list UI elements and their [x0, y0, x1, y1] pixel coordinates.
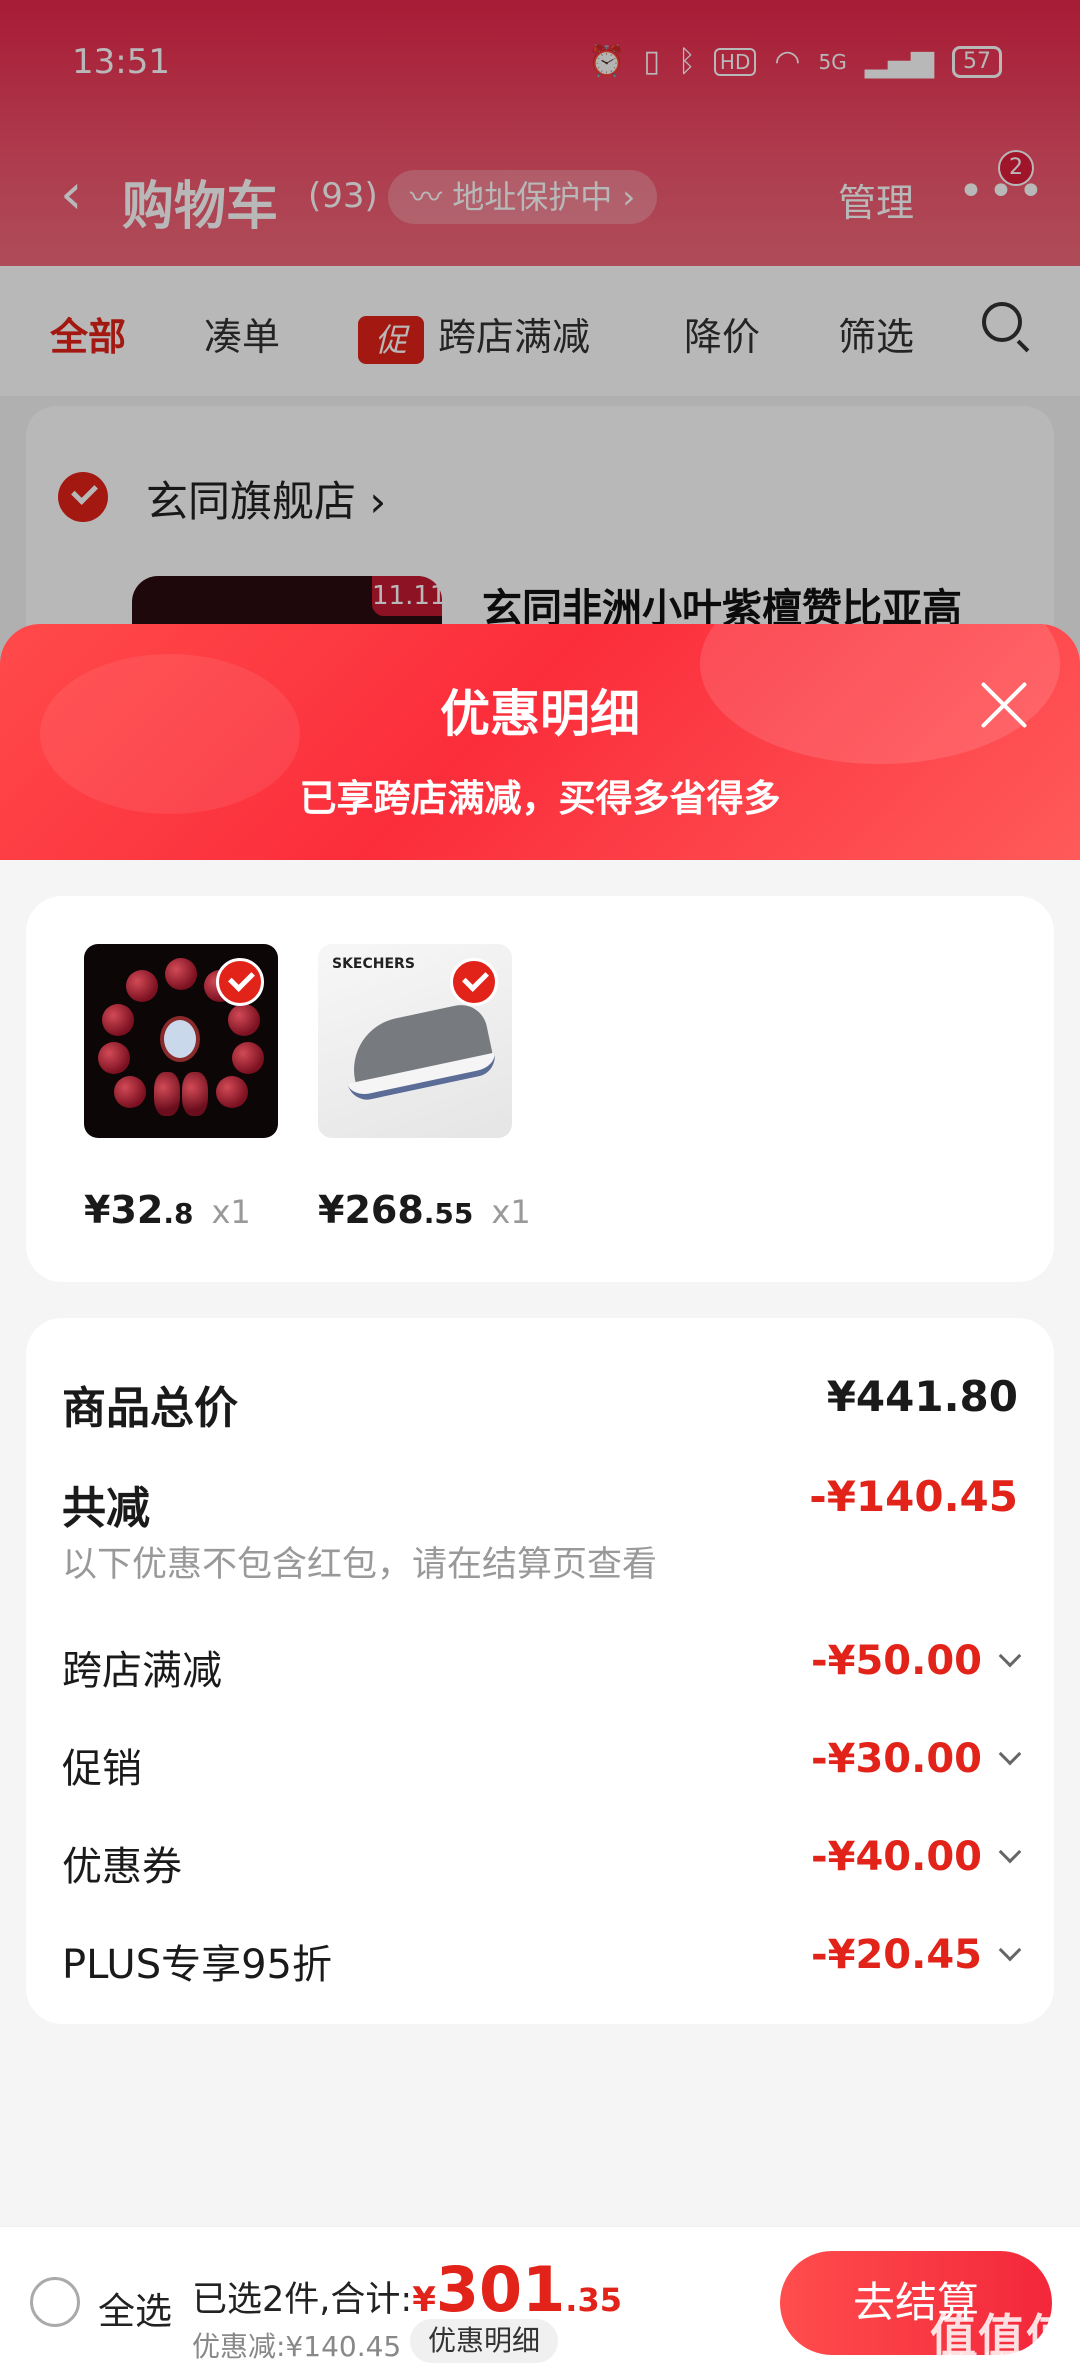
discount-line-value: -¥50.00: [811, 1638, 982, 1684]
watermark-domain: zhizhizhi.com: [938, 2350, 1060, 2371]
discount-detail-button[interactable]: 优惠明细: [410, 2319, 559, 2363]
total-price-value: ¥441.80: [826, 1372, 1018, 1421]
total-currency: ¥: [412, 2280, 436, 2320]
total-amount-decimal: .35: [565, 2281, 622, 2319]
discount-line-label: 跨店满减: [62, 1648, 222, 1694]
discount-line-promotion[interactable]: 促销 -¥30.00: [62, 1736, 1022, 1792]
item-price-row: ¥32.8 x1: [84, 1188, 284, 1232]
brand-logo: SKECHERS: [332, 956, 415, 972]
item-price: ¥32: [84, 1188, 164, 1232]
item-price: ¥268: [318, 1188, 424, 1232]
close-icon[interactable]: [976, 676, 1032, 732]
discount-line-plus[interactable]: PLUS专享95折 -¥20.45: [62, 1932, 1022, 1988]
item-qty: x1: [211, 1193, 251, 1231]
selected-item[interactable]: SKECHERS ¥268.55 x1: [318, 944, 531, 1232]
discount-line-label: 促销: [62, 1746, 142, 1792]
discount-line-coupon[interactable]: 优惠券 -¥40.00: [62, 1834, 1022, 1890]
discount-line-value: -¥20.45: [811, 1932, 982, 1978]
chevron-down-icon[interactable]: [998, 1938, 1022, 1962]
item-price-row: ¥268.55 x1: [318, 1188, 531, 1232]
discount-sheet-header: 优惠明细 已享跨店满减，买得多省得多: [0, 624, 1080, 860]
selected-count-text: 已选2件,合计:: [192, 2280, 413, 2320]
saved-amount: 优惠减:¥140.45: [192, 2330, 402, 2363]
discount-line-label: 优惠券: [62, 1844, 182, 1890]
running-shoe-image: SKECHERS: [318, 944, 512, 1138]
discount-line-value: -¥40.00: [811, 1834, 982, 1880]
discount-line-value: -¥30.00: [811, 1736, 982, 1782]
select-all-label[interactable]: 全选: [98, 2281, 172, 2335]
item-price-decimal: .55: [423, 1197, 474, 1230]
total-amount: 301: [435, 2253, 566, 2326]
item-check-icon[interactable]: [216, 958, 264, 1006]
discount-line-label: PLUS专享95折: [62, 1942, 332, 1988]
chevron-down-icon[interactable]: [998, 1644, 1022, 1668]
select-all-radio[interactable]: [30, 2277, 80, 2327]
total-reduce-label: 共减: [62, 1483, 150, 1534]
item-qty: x1: [491, 1193, 531, 1231]
total-price-row: 商品总价 ¥441.80: [62, 1372, 1018, 1434]
item-price-decimal: .8: [163, 1197, 194, 1230]
discount-detail-card: 商品总价 ¥441.80 共减 -¥140.45 以下优惠不包含红包，请在结算页…: [26, 1318, 1054, 2024]
total-price-label: 商品总价: [62, 1383, 238, 1434]
total-reduce-row: 共减 -¥140.45: [62, 1472, 1018, 1534]
discount-note: 以下优惠不包含红包，请在结算页查看: [62, 1545, 658, 1585]
order-summary: 已选2件,合计:¥301.35: [192, 2253, 622, 2326]
selected-items-card: ¥32.8 x1 SKECHERS ¥268.55 x1: [26, 896, 1054, 1282]
prayer-beads-image: [84, 944, 278, 1138]
item-check-icon[interactable]: [450, 958, 498, 1006]
selected-item[interactable]: ¥32.8 x1: [84, 944, 284, 1232]
sheet-title: 优惠明细: [440, 685, 640, 743]
chevron-down-icon[interactable]: [998, 1742, 1022, 1766]
sheet-subtitle: 已享跨店满减，买得多省得多: [299, 777, 781, 820]
checkout-bar: 全选 已选2件,合计:¥301.35 优惠减:¥140.45 优惠明细 去结算: [0, 2226, 1080, 2376]
total-reduce-value: -¥140.45: [809, 1472, 1018, 1521]
chevron-down-icon[interactable]: [998, 1840, 1022, 1864]
discount-line-cross-store[interactable]: 跨店满减 -¥50.00: [62, 1638, 1022, 1694]
